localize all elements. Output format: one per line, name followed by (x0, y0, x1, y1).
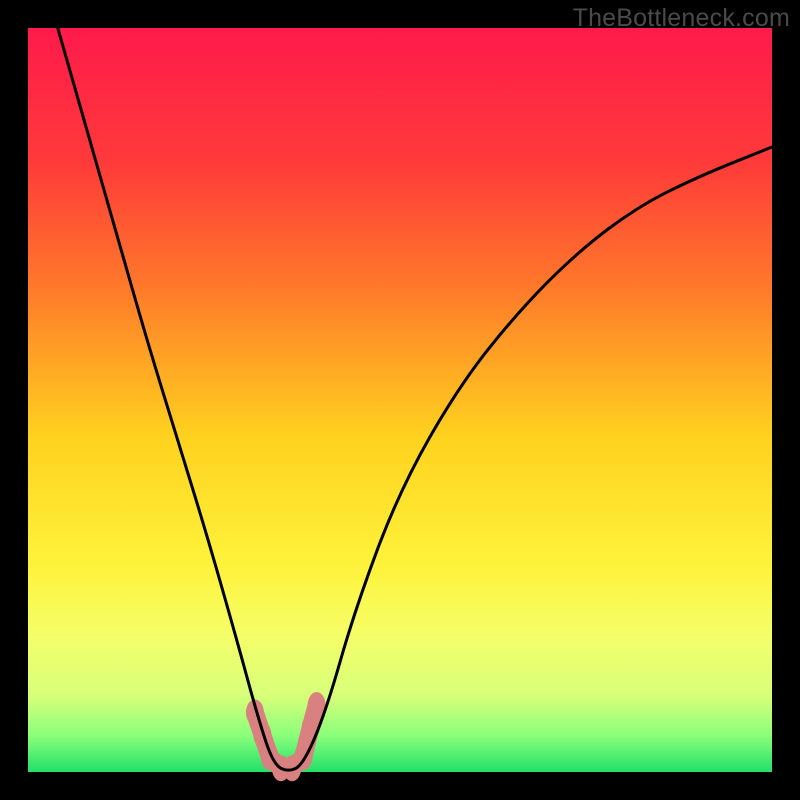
plot-area (28, 28, 772, 772)
watermark-text: TheBottleneck.com (573, 4, 790, 33)
bottleneck-curve-path (58, 28, 772, 770)
curve-svg (28, 28, 772, 772)
marker-dot (302, 714, 320, 740)
chart-frame: TheBottleneck.com (0, 0, 800, 800)
